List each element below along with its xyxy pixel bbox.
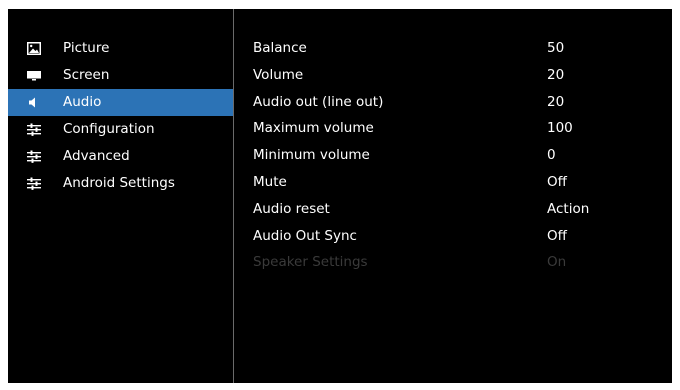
setting-name: Audio Out Sync [253, 227, 357, 244]
menu-item-audio[interactable]: Audio [8, 89, 233, 116]
menu-item-label: Configuration [63, 121, 155, 137]
setting-name: Balance [253, 40, 307, 56]
setting-value: Off [547, 227, 567, 244]
setting-value: Off [547, 173, 567, 190]
menu-item-label: Screen [63, 67, 110, 83]
menu-item-android-settings[interactable]: Android Settings [8, 170, 233, 197]
menu-item-configuration[interactable]: Configuration [8, 116, 233, 143]
menu-item-label: Advanced [63, 148, 130, 164]
audio-settings-list: Balance 50 Volume 20 Audio out (line out… [253, 35, 663, 276]
menu-item-picture[interactable]: Picture [8, 35, 233, 62]
setting-value: Action [547, 200, 590, 217]
setting-name: Speaker Settings [253, 254, 368, 271]
sliders-icon [27, 123, 41, 136]
setting-row-maximum-volume[interactable]: Maximum volume 100 [253, 115, 663, 142]
osd-screen: Picture Screen Audio Configuration Advan… [8, 9, 672, 383]
setting-value: 50 [547, 40, 565, 56]
sliders-icon [27, 177, 41, 190]
setting-row-volume[interactable]: Volume 20 [253, 62, 663, 89]
setting-row-audio-out-sync[interactable]: Audio Out Sync Off [253, 223, 663, 250]
sliders-icon [27, 150, 41, 163]
main-menu: Picture Screen Audio Configuration Advan… [8, 35, 233, 197]
menu-item-screen[interactable]: Screen [8, 62, 233, 89]
setting-name: Audio out (line out) [253, 93, 384, 110]
setting-name: Maximum volume [253, 120, 374, 137]
screen-icon [27, 71, 41, 81]
setting-row-mute[interactable]: Mute Off [253, 169, 663, 196]
setting-name: Minimum volume [253, 147, 370, 164]
setting-value: 20 [547, 66, 565, 83]
menu-item-label: Picture [63, 40, 110, 56]
setting-row-balance[interactable]: Balance 50 [253, 35, 663, 62]
setting-row-audio-out-line-out[interactable]: Audio out (line out) 20 [253, 89, 663, 116]
setting-name: Audio reset [253, 200, 330, 217]
setting-row-minimum-volume[interactable]: Minimum volume 0 [253, 142, 663, 169]
setting-name: Volume [253, 66, 304, 83]
menu-item-advanced[interactable]: Advanced [8, 143, 233, 170]
menu-divider [233, 9, 234, 383]
speaker-icon [29, 97, 35, 108]
setting-value: 20 [547, 93, 565, 110]
picture-icon [27, 42, 41, 55]
setting-name: Mute [253, 173, 287, 190]
setting-value: 0 [547, 147, 556, 164]
menu-item-label: Audio [63, 94, 102, 110]
setting-row-speaker-settings: Speaker Settings On [253, 249, 663, 276]
setting-value: On [547, 254, 567, 271]
setting-value: 100 [547, 120, 573, 137]
setting-row-audio-reset[interactable]: Audio reset Action [253, 196, 663, 223]
menu-item-label: Android Settings [63, 175, 175, 191]
